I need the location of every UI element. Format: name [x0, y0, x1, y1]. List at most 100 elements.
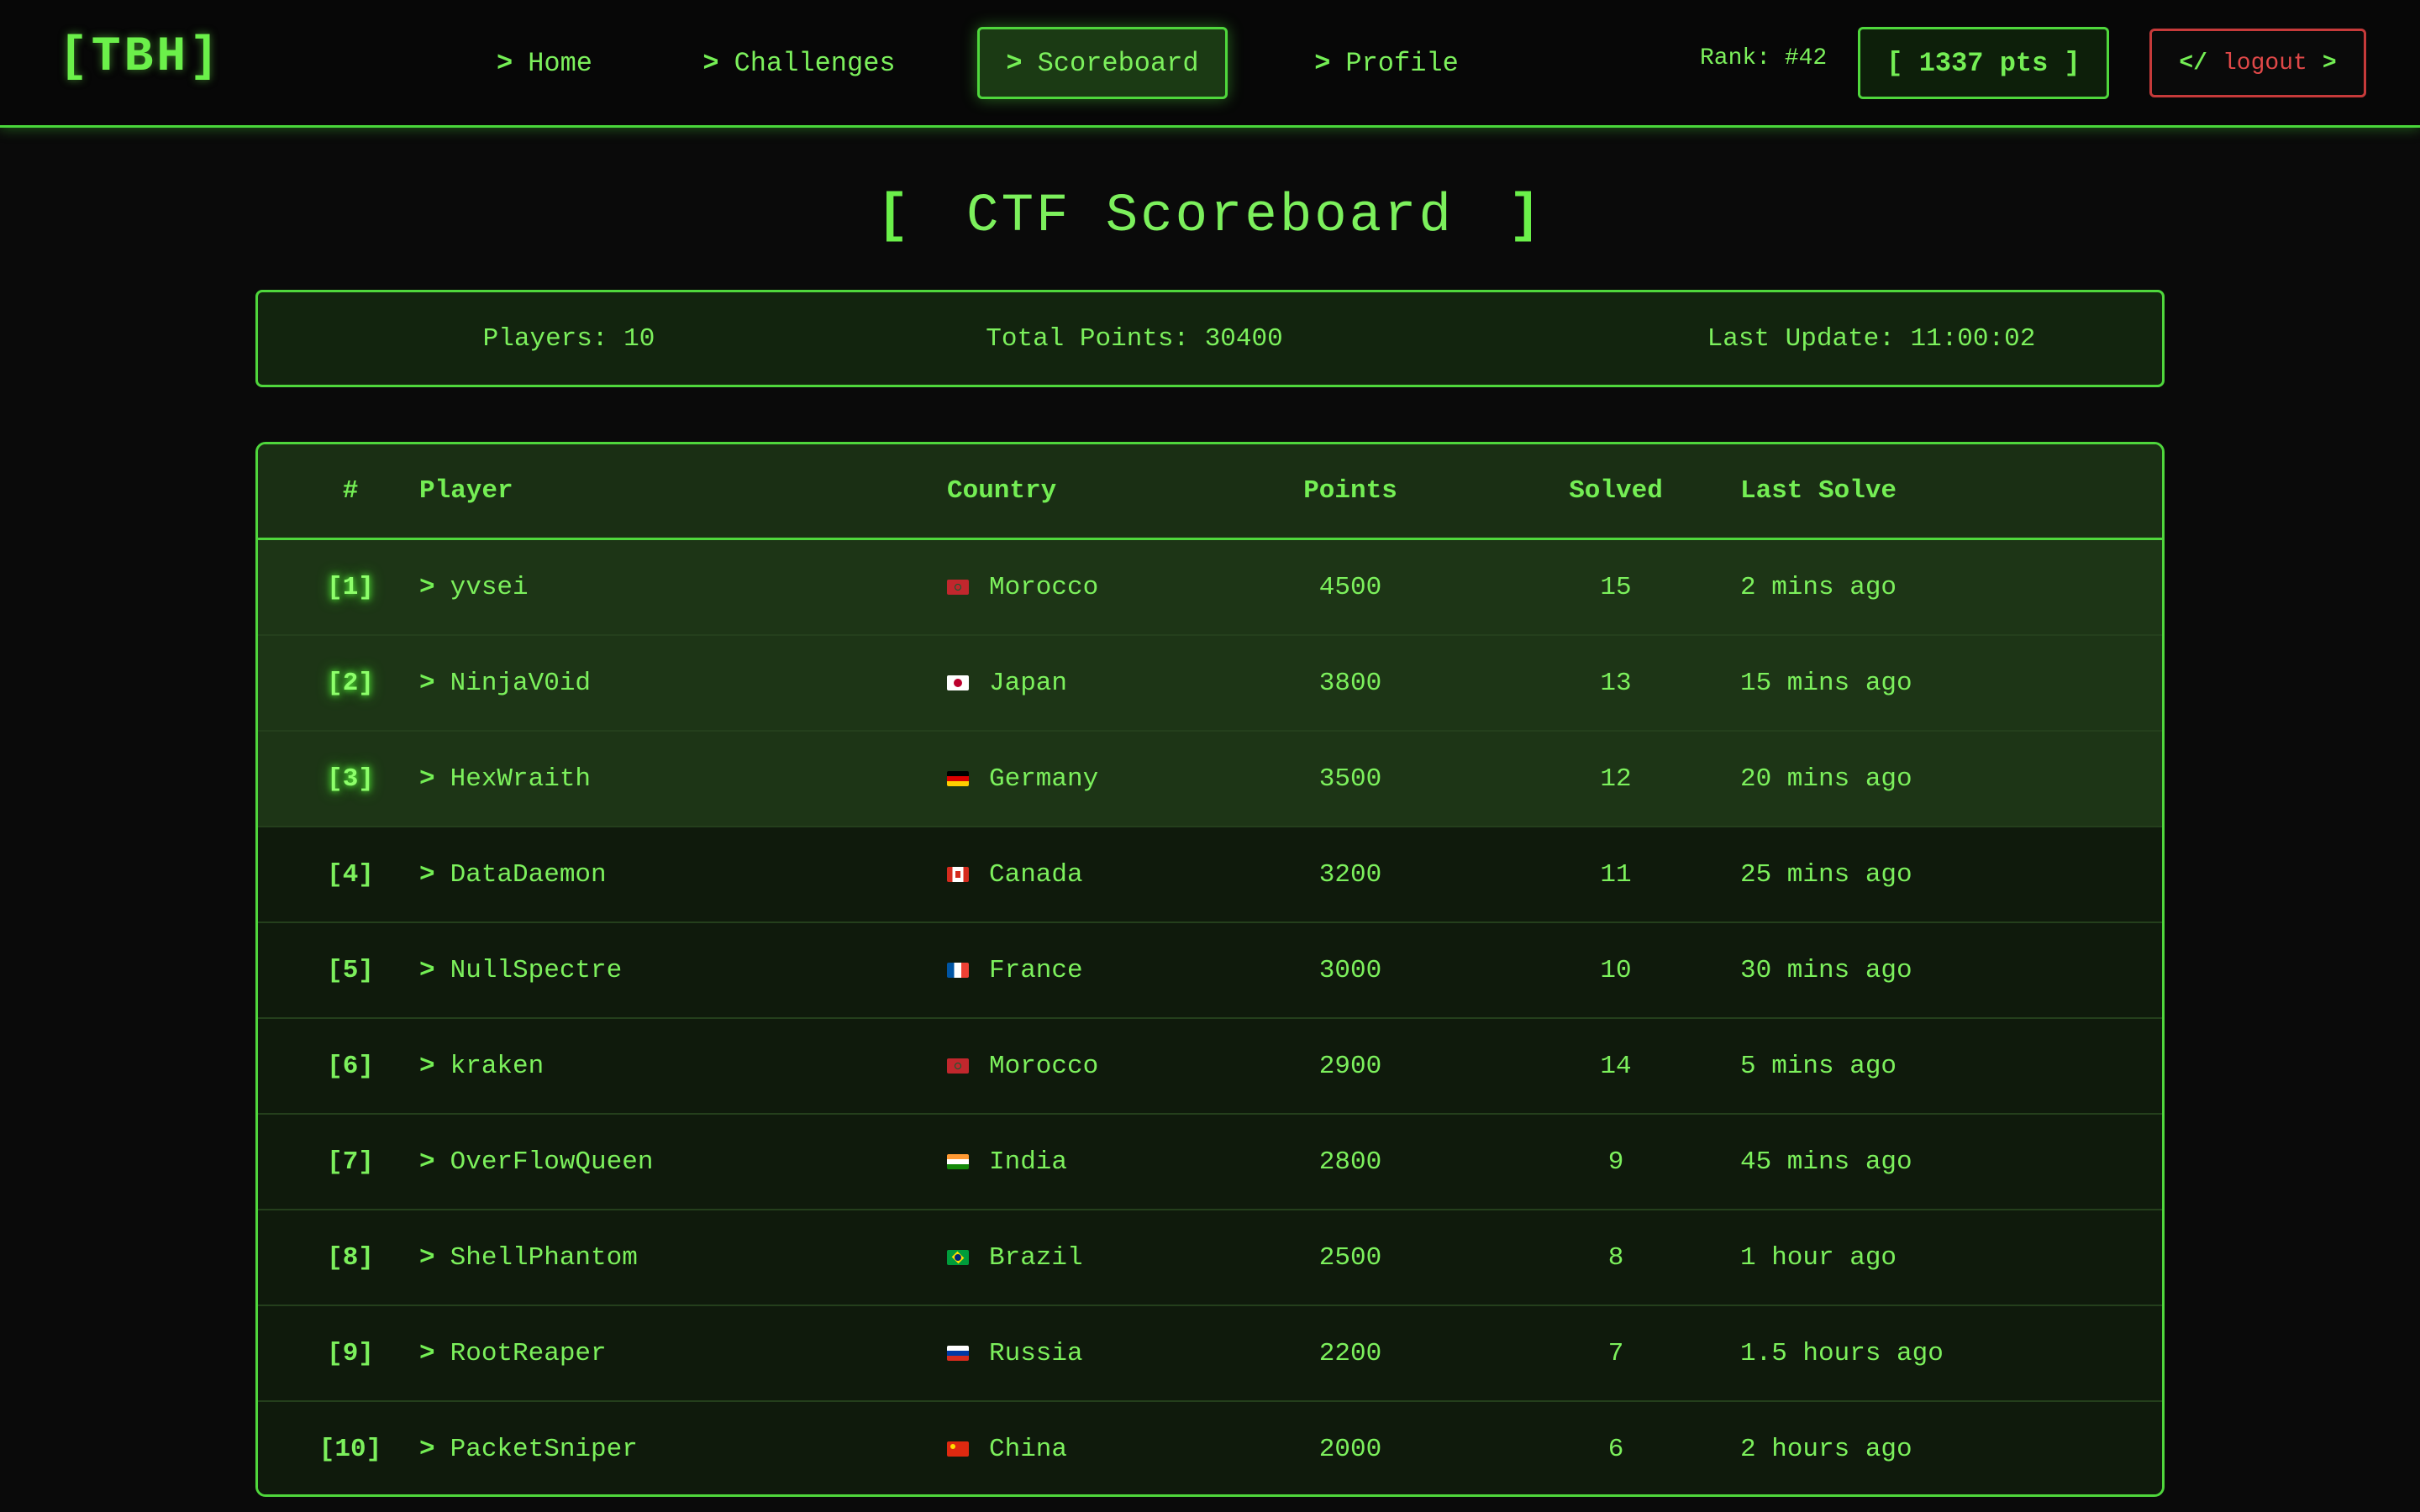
row-player[interactable]: > ShellPhantom	[419, 1210, 638, 1305]
stats-bar: Players: 10 Total Points: 30400 Last Upd…	[255, 290, 2165, 387]
row-country: India	[947, 1115, 1067, 1209]
player-name: NullSpectre	[450, 955, 623, 985]
column-points: Points	[1303, 476, 1397, 506]
column-solved: Solved	[1569, 476, 1663, 506]
table-row[interactable]: [3] > HexWraith Germany 3500 12 20 mins ago	[258, 732, 2162, 827]
chevron-right-icon: >	[419, 859, 435, 890]
country-name: Morocco	[989, 572, 1099, 602]
germany-flag-icon	[947, 771, 969, 786]
row-player[interactable]: > HexWraith	[419, 732, 591, 826]
nav-home-label: Home	[528, 47, 592, 79]
row-last-solve: 1 hour ago	[1740, 1242, 1897, 1273]
row-solved: 15	[1600, 572, 1632, 602]
row-last-solve: 2 mins ago	[1740, 572, 1897, 602]
row-country: Japan	[947, 636, 1067, 730]
points-badge: [ 1337 pts ]	[1858, 27, 2109, 99]
country-name: Brazil	[989, 1242, 1083, 1273]
table-row[interactable]: [2] > NinjaV0id Japan 3800 13 15 mins ago	[258, 636, 2162, 732]
row-player[interactable]: > NullSpectre	[419, 923, 622, 1017]
table-row[interactable]: [1] > yvsei Morocco 4500 15 2 mins ago	[258, 540, 2162, 636]
nav-scoreboard[interactable]: > Scoreboard	[977, 27, 1228, 99]
table-row[interactable]: [4] > DataDaemon Canada 3200 11 25 mins ago	[258, 827, 2162, 923]
country-name: Japan	[989, 668, 1068, 698]
chevron-right-icon: >	[419, 764, 435, 794]
row-player[interactable]: > yvsei	[419, 540, 529, 634]
column-country: Country	[947, 476, 1057, 506]
country-name: China	[989, 1434, 1068, 1464]
nav-challenges[interactable]: > Challenges	[694, 27, 904, 99]
table-row[interactable]: [9] > RootReaper Russia 2200 7 1.5 hours ago	[258, 1306, 2162, 1402]
row-player[interactable]: > OverFlowQueen	[419, 1115, 653, 1209]
row-points: 3800	[1318, 668, 1382, 698]
row-player[interactable]: > kraken	[419, 1019, 544, 1113]
player-name: ShellPhantom	[450, 1242, 638, 1273]
scoreboard-table: # Player Country Points Solved Last Solv…	[255, 442, 2165, 1497]
country-name: Russia	[989, 1338, 1083, 1368]
table-row[interactable]: [7] > OverFlowQueen India 2800 9 45 mins ago	[258, 1115, 2162, 1210]
nav-home[interactable]: > Home	[486, 27, 603, 99]
row-rank: [5]	[327, 955, 374, 985]
row-rank: [1]	[327, 572, 374, 602]
china-flag-icon	[947, 1441, 969, 1457]
table-body: [1] > yvsei Morocco 4500 15 2 mins ago [2] > Ninj…	[258, 540, 2162, 1494]
nav-scoreboard-label: Scoreboard	[1037, 47, 1199, 79]
table-row[interactable]: [6] > kraken Morocco 2900 14 5 mins ago	[258, 1019, 2162, 1115]
row-player[interactable]: > RootReaper	[419, 1306, 607, 1400]
row-solved: 13	[1600, 668, 1632, 698]
user-rank: Rank: #42	[1700, 45, 1828, 71]
column-last-solve: Last Solve	[1740, 476, 1897, 506]
chevron-right-icon: >	[496, 47, 513, 79]
logout-button[interactable]: </ logout >	[2149, 29, 2366, 97]
chevron-right-icon: >	[702, 47, 719, 79]
row-solved: 8	[1607, 1242, 1624, 1273]
stat-total-points: Total Points: 30400	[986, 323, 1283, 354]
table-row[interactable]: [10] > PacketSniper China 2000 6 2 hours ago	[258, 1402, 2162, 1494]
row-solved: 9	[1607, 1147, 1624, 1177]
chevron-right-icon: >	[419, 1338, 435, 1368]
brazil-flag-icon	[947, 1250, 969, 1265]
row-last-solve: 2 hours ago	[1740, 1434, 1912, 1464]
nav-profile[interactable]: > Profile	[1302, 27, 1470, 99]
row-country: Germany	[947, 732, 1098, 826]
row-rank: [7]	[327, 1147, 374, 1177]
row-player[interactable]: > PacketSniper	[419, 1402, 638, 1494]
player-name: OverFlowQueen	[450, 1147, 654, 1177]
row-rank: [8]	[327, 1242, 374, 1273]
row-player[interactable]: > DataDaemon	[419, 827, 607, 921]
player-name: PacketSniper	[450, 1434, 638, 1464]
row-points: 3000	[1318, 955, 1382, 985]
country-name: Morocco	[989, 1051, 1099, 1081]
player-name: DataDaemon	[450, 859, 607, 890]
nav-profile-label: Profile	[1345, 47, 1459, 79]
row-points: 2500	[1318, 1242, 1382, 1273]
row-country: Morocco	[947, 1019, 1098, 1113]
row-points: 3500	[1318, 764, 1382, 794]
row-country: Russia	[947, 1306, 1083, 1400]
page-title: [ CTF Scoreboard ]	[0, 186, 2420, 247]
row-country: China	[947, 1402, 1068, 1494]
row-last-solve: 25 mins ago	[1740, 859, 1912, 890]
table-row[interactable]: [5] > NullSpectre France 3000 10 30 mins ago	[258, 923, 2162, 1019]
table-row[interactable]: [8] > ShellPhantom Brazil 2500 8 1 hour ago	[258, 1210, 2162, 1306]
table-header: # Player Country Points Solved Last Solv…	[258, 444, 2162, 540]
player-name: HexWraith	[450, 764, 592, 794]
row-player[interactable]: > NinjaV0id	[419, 636, 591, 730]
row-country: Brazil	[947, 1210, 1083, 1305]
row-rank: [9]	[327, 1338, 374, 1368]
page-title-text: CTF Scoreboard	[966, 186, 1454, 247]
player-name: NinjaV0id	[450, 668, 592, 698]
japan-flag-icon	[947, 675, 969, 690]
canada-flag-icon	[947, 867, 969, 882]
row-solved: 10	[1600, 955, 1632, 985]
code-open-icon: </	[2179, 50, 2207, 76]
top-navbar: [TBH] > Home > Challenges > Scoreboard >…	[0, 0, 2420, 128]
site-logo[interactable]: [TBH]	[59, 30, 222, 85]
row-solved: 14	[1600, 1051, 1632, 1081]
row-rank: [10]	[318, 1434, 382, 1464]
column-rank: #	[342, 476, 359, 506]
row-points: 2000	[1318, 1434, 1382, 1464]
nav-challenges-label: Challenges	[734, 47, 896, 79]
row-points: 4500	[1318, 572, 1382, 602]
chevron-right-icon: >	[419, 1434, 435, 1464]
row-points: 2900	[1318, 1051, 1382, 1081]
